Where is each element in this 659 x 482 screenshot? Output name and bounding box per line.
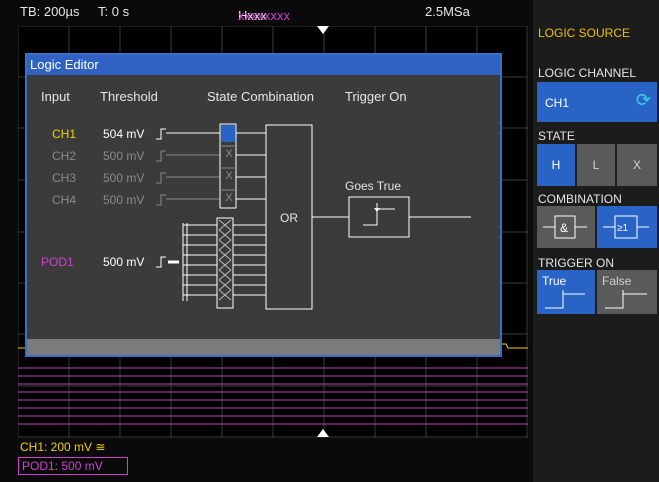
combination-or-button[interactable]: ≥1 <box>597 206 657 248</box>
svg-text:&: & <box>560 221 568 235</box>
state-h-button[interactable]: H <box>537 144 575 186</box>
state-label: STATE <box>538 129 575 143</box>
logic-channel-button[interactable]: CH1 ⟳ <box>537 82 657 122</box>
logic-channel-label: LOGIC CHANNEL <box>538 66 637 80</box>
and-gate-icon: & <box>543 215 587 239</box>
pod1-info[interactable]: POD1: 500 mV <box>18 457 128 475</box>
trigger-false-button[interactable]: False <box>597 270 657 314</box>
trigger-position-marker <box>317 26 329 34</box>
timebase-readout: TB: 200µs <box>20 4 80 19</box>
editor-title: Logic Editor <box>27 55 500 75</box>
logic-editor-dialog[interactable]: Logic Editor Input Threshold State Combi… <box>25 53 502 357</box>
editor-footer <box>27 339 500 355</box>
combination-and-button[interactable]: & <box>537 206 595 248</box>
state-l-button[interactable]: L <box>577 144 615 186</box>
hname-suffix: xxxxxxxx <box>238 8 290 23</box>
or-gate-box <box>265 124 313 310</box>
combination-label: COMBINATION <box>538 192 622 206</box>
state-ch1-highlight <box>221 125 235 142</box>
trigger-on-label: TRIGGER ON <box>538 256 615 270</box>
trigger-true-button[interactable]: True <box>537 270 595 314</box>
rising-edge-icon <box>545 290 585 309</box>
or-gate-icon: ≥1 <box>603 215 649 239</box>
status-bar: TB: 200µs T: 0 s Hxxx xxxxxxxx 2.5MSa <box>0 0 530 23</box>
rotate-icon: ⟳ <box>635 90 651 110</box>
sample-rate-readout: 2.5MSa <box>425 4 470 19</box>
trigger-position-marker-bottom <box>317 429 329 437</box>
ch1-info[interactable]: CH1: 200 mV ≅ <box>20 440 105 454</box>
softkey-menu: LOGIC SOURCE LOGIC CHANNEL CH1 ⟳ STATE H… <box>533 0 659 482</box>
trigger-time-readout: T: 0 s <box>98 4 130 19</box>
logic-channel-value: CH1 <box>545 96 570 110</box>
falling-edge-icon <box>605 290 647 309</box>
trigger-box <box>348 196 410 238</box>
menu-title: LOGIC SOURCE <box>538 26 631 40</box>
logic-diagram <box>156 123 471 310</box>
state-x-button[interactable]: X <box>617 144 657 186</box>
svg-text:≥1: ≥1 <box>617 223 628 234</box>
